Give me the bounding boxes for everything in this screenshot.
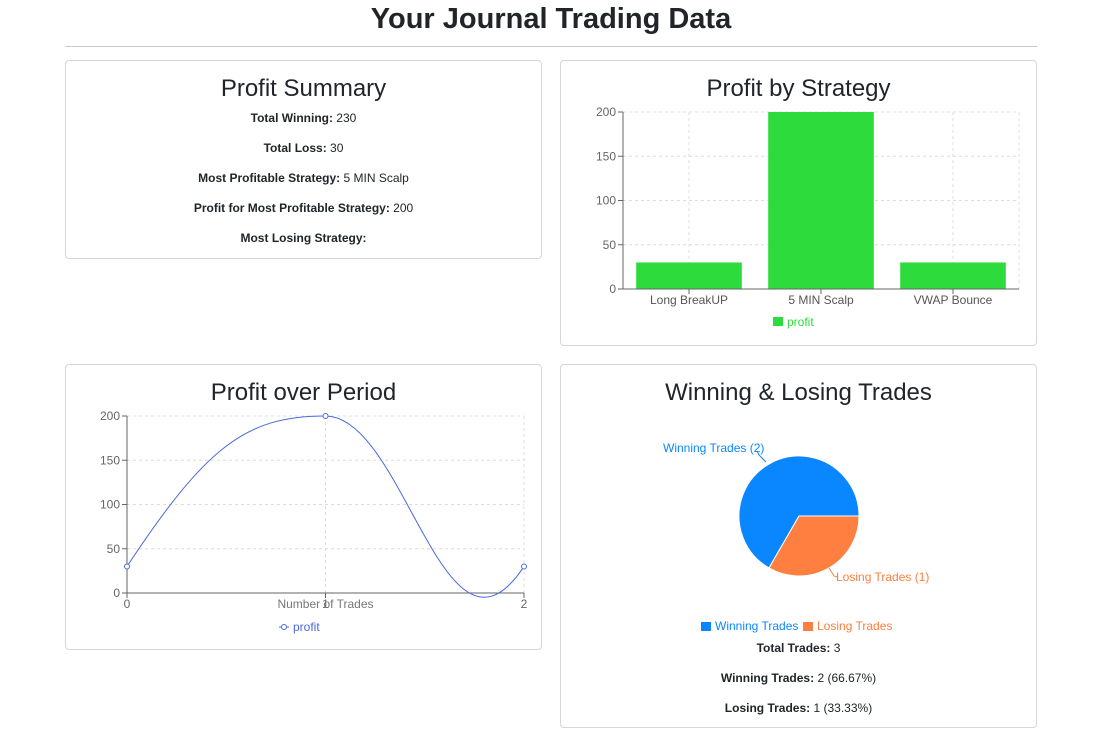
line-y-tick-label: 100 [100,498,120,512]
winning-trades-label: Winning Trades: [720,671,815,685]
summary-row: Total Winning: 230 [66,111,541,126]
bar-y-tick-label: 50 [603,238,617,252]
bar-x-tick-label: 5 MIN Scalp [788,293,854,307]
summary-row-label: Most Profitable Strategy: [198,171,341,185]
summary-row-value: 200 [389,201,414,215]
bar [768,112,874,289]
summary-row-label: Total Loss: [263,141,327,155]
summary-row-value: 230 [332,111,357,125]
bar-legend-swatch [773,317,783,326]
line-point [322,413,329,419]
summary-row: Total Loss: 30 [66,141,541,156]
line-y-tick-label: 200 [100,409,120,423]
bar-y-tick-label: 150 [596,149,616,163]
bar [636,262,742,289]
winning-trades-value: 2 (66.67%) [817,671,877,685]
winloss-pie-chart: Winning Trades (2) Losing Trades (1) Winni… [663,441,929,633]
bar-y-tick-label: 0 [609,282,616,296]
page-title: Your Journal Trading Data [370,3,732,35]
losing-trades-value: 1 (33.33%) [813,701,873,715]
title-divider [65,46,1037,47]
winning-legend-swatch [701,622,711,631]
line-point [521,563,527,570]
losing-legend-label: Losing Trades [817,619,892,633]
line-y-tick-label: 150 [100,453,120,467]
profit-by-strategy-card: Profit by Strategy 0 50 100 150 200 Long Brea… [560,60,1037,346]
profit-line-chart: 0501001502000 1 2Number of Tradesprofit [100,409,528,634]
line-legend-label: profit [293,620,320,634]
line-y-tick-label: 50 [107,542,121,556]
line-gridlines [126,415,525,593]
losing-trades-label: Losing Trades: [724,701,811,715]
winning-trades-stat: Winning Trades: 2 (66.67%) [561,671,1036,686]
summary-row-label: Total Winning: [250,111,333,125]
profit-over-period-card: Profit over Period 0 50 100 150 200 0 1 2 Number… [65,364,542,650]
strategy-bar-chart: 0 50 100 150 200 Long BreakUP 5 MIN Scalp VWAP … [596,105,1020,329]
losing-trades-stat: Losing Trades: 1 (33.33%) [561,701,1036,716]
total-trades-value: 3 [833,641,841,655]
line-point [124,563,130,570]
line-x-tick-label: 2 [521,597,528,611]
bar-y-tick-label: 200 [596,105,616,119]
total-trades-stat: Total Trades: 3 [561,641,1036,656]
summary-row-value: 30 [326,141,344,155]
summary-row-value: 5 MIN Scalp [340,171,409,185]
total-trades-label: Total Trades: [756,641,831,655]
winning-legend-label: Winning Trades [715,619,798,633]
profit-summary-card: Profit Summary Total Winning: 230 Total L… [65,60,542,259]
summary-row-label: Profit for Most Profitable Strategy: [193,201,390,215]
profit-summary-title: Profit Summary [220,75,387,102]
line-y-tick-label: 0 [113,586,120,600]
pie-legend: Winning Trades Losing Trades [701,619,892,633]
bar-legend: profit [773,315,814,329]
losing-slice-label: Losing Trades (1) [836,570,929,584]
line-x-tick-label: 0 [124,597,131,611]
profit-summary-list: Total Winning: 230 Total Loss: 30 Most Pro… [66,111,541,261]
bar [900,262,1006,289]
summary-row: Profit for Most Profitable Strategy: 200 [66,201,541,216]
bar-x-tick-label: VWAP Bounce [914,293,993,307]
line-x-axis-label: Number of Trades [277,597,373,611]
bar-y-tick-label: 100 [596,194,616,208]
winning-slice-label: Winning Trades (2) [663,441,764,455]
summary-row: Most Profitable Strategy: 5 MIN Scalp [66,171,541,186]
summary-row-label: Most Losing Strategy: [240,231,367,245]
line-legend: profit [279,620,320,634]
summary-row: Most Losing Strategy: [66,231,541,246]
bar-x-tick-label: Long BreakUP [650,293,728,307]
line-legend-marker [281,624,287,630]
winning-losing-card: Winning & Losing Trades Winning Trades (… [560,364,1037,728]
losing-legend-swatch [803,622,813,631]
bar-legend-label: profit [787,315,814,329]
